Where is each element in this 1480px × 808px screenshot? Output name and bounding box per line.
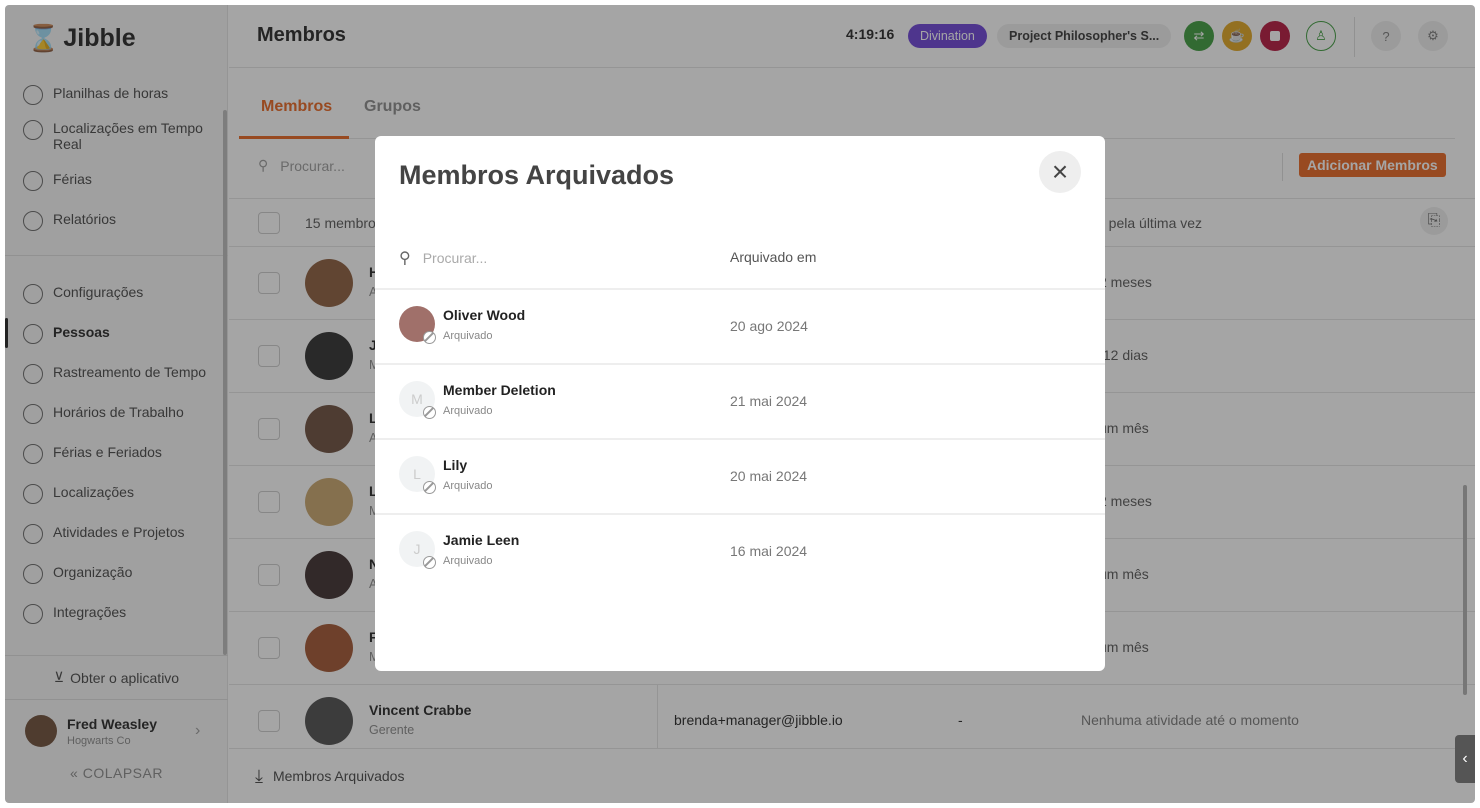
archived-date: 20 ago 2024 (730, 318, 808, 334)
page-scrollbar[interactable] (1463, 485, 1467, 695)
archived-status: Arquivado (443, 405, 493, 417)
archived-ban-icon (423, 556, 436, 569)
archived-member-name: Jamie Leen (443, 532, 520, 548)
archived-member-name: Oliver Wood (443, 307, 526, 323)
archived-status: Arquivado (443, 480, 493, 492)
modal-title: Membros Arquivados (399, 160, 675, 190)
archived-date: 20 mai 2024 (730, 468, 808, 484)
avatar-initial: J (413, 541, 421, 557)
close-icon: × (1051, 156, 1069, 187)
archived-member-name: Lily (443, 457, 468, 473)
archived-member-row[interactable]: Oliver Wood Arquivado 20 ago 2024 (375, 288, 1105, 363)
archived-ban-icon (423, 406, 436, 419)
chevron-left-icon: ‹ (1462, 750, 1468, 767)
archived-member-row[interactable]: M Member Deletion Arquivado 21 mai 2024 (375, 363, 1105, 438)
archived-on-header: Arquivado em (730, 249, 817, 265)
archived-member-row[interactable]: L Lily Arquivado 20 mai 2024 (375, 438, 1105, 513)
archived-status: Arquivado (443, 330, 493, 342)
side-panel-toggle[interactable]: ‹ (1455, 735, 1475, 783)
archived-ban-icon (423, 481, 436, 494)
avatar-initial: M (411, 391, 423, 407)
search-icon: ⚲ (399, 250, 411, 267)
archived-members-modal: Membros Arquivados × ⚲ Procurar... Arquiv… (375, 136, 1105, 671)
close-button[interactable]: × (1039, 151, 1081, 193)
modal-search-input[interactable]: Procurar... (423, 250, 488, 266)
avatar-initial: L (413, 466, 421, 482)
modal-search[interactable]: ⚲ Procurar... (399, 248, 487, 268)
archived-date: 16 mai 2024 (730, 543, 808, 559)
archived-status: Arquivado (443, 555, 493, 567)
archived-member-row[interactable]: J Jamie Leen Arquivado 16 mai 2024 (375, 513, 1105, 588)
archived-ban-icon (423, 331, 436, 344)
archived-member-name: Member Deletion (443, 382, 556, 398)
archived-date: 21 mai 2024 (730, 393, 808, 409)
